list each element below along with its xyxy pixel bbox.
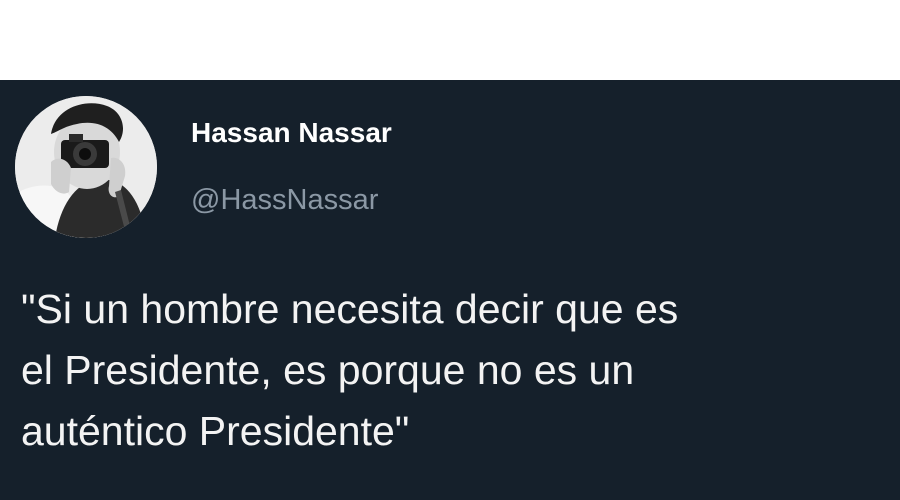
author-avatar[interactable] (15, 96, 157, 238)
author-display-name[interactable]: Hassan Nassar (191, 117, 392, 149)
avatar-photo-icon (15, 96, 157, 238)
author-handle[interactable]: @HassNassar (191, 184, 378, 217)
tweet-card: Hassan Nassar @HassNassar "Si un hombre … (0, 80, 900, 500)
tweet-text: "Si un hombre necesita decir que es el P… (21, 279, 891, 462)
tweet-text-line: el Presidente, es porque no es un (21, 347, 635, 393)
tweet-text-line: "Si un hombre necesita decir que es (21, 286, 679, 332)
screenshot-page: Hassan Nassar @HassNassar "Si un hombre … (0, 0, 900, 500)
tweet-text-line: auténtico Presidente" (21, 408, 410, 454)
